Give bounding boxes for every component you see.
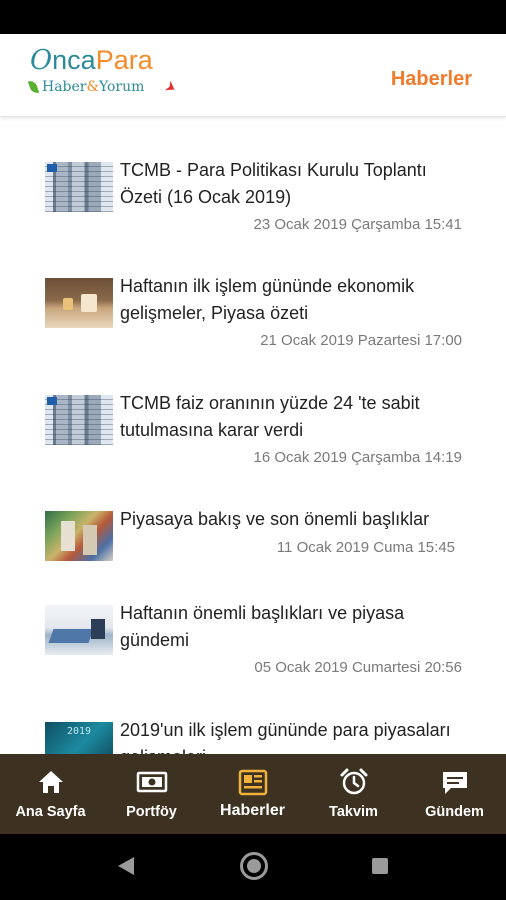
news-list[interactable]: TCMB - Para Politikası Kurulu Toplantı Ö… <box>0 117 506 754</box>
logo-nca: nca <box>52 45 96 75</box>
news-date: 11 Ocak 2019 Cuma 15:45 <box>276 539 455 556</box>
nav-label: Gündem <box>425 804 484 820</box>
alarm-clock-icon <box>340 768 367 795</box>
logo-badge-icon <box>47 397 57 405</box>
nav-ana-sayfa[interactable]: Ana Sayfa <box>0 754 101 834</box>
bottom-navigation: Ana Sayfa Portföy Haberler Takvim Gündem <box>0 754 506 834</box>
news-thumbnail <box>45 722 113 754</box>
news-date: 23 Ocak 2019 Çarşamba 15:41 <box>253 216 462 233</box>
news-thumbnail <box>45 511 113 561</box>
news-title: TCMB - Para Politikası Kurulu Toplantı Ö… <box>120 160 427 207</box>
status-bar <box>0 0 506 34</box>
nav-label: Ana Sayfa <box>15 804 86 820</box>
nav-gundem[interactable]: Gündem <box>404 754 505 834</box>
news-date: 16 Ocak 2019 Çarşamba 14:19 <box>253 449 462 466</box>
home-button-icon[interactable] <box>240 852 268 880</box>
news-date: 21 Ocak 2019 Pazartesi 17:00 <box>260 332 462 349</box>
back-icon[interactable] <box>118 857 134 875</box>
nav-label: Portföy <box>126 804 177 820</box>
news-title: 2019'un ilk işlem gününde para piyasalar… <box>120 720 451 754</box>
news-thumbnail <box>45 395 113 445</box>
news-title: TCMB faiz oranının yüzde 24 'te sabit tu… <box>120 393 420 440</box>
recent-apps-icon[interactable] <box>372 858 388 874</box>
news-title: Haftanın önemli başlıkları ve piyasa gün… <box>120 603 405 650</box>
app-header: OncaPara Haber&Yorum Haberler <box>0 34 506 117</box>
home-icon <box>38 771 63 793</box>
logo-para: Para <box>95 45 153 75</box>
logo-amp: & <box>86 79 99 95</box>
news-title: Piyasaya bakış ve son önemli başlıklar <box>120 509 430 529</box>
leaf-icon <box>27 79 40 95</box>
nav-takvim[interactable]: Takvim <box>303 754 404 834</box>
newspaper-icon <box>238 769 267 796</box>
nav-label: Haberler <box>220 802 285 819</box>
nav-haberler[interactable]: Haberler <box>202 754 303 834</box>
nav-label: Takvim <box>329 804 378 820</box>
logo-badge-icon <box>47 164 57 172</box>
news-thumbnail <box>45 278 113 328</box>
banknote-icon <box>136 771 167 793</box>
onca-para-logo[interactable]: OncaPara Haber&Yorum <box>27 44 190 104</box>
news-thumbnail <box>45 162 113 212</box>
arrow-icon <box>165 81 177 95</box>
chat-bubble-icon <box>442 772 467 794</box>
news-date: 05 Ocak 2019 Cumartesi 20:56 <box>254 659 462 676</box>
system-navigation-bar <box>0 834 506 900</box>
news-thumbnail <box>45 605 113 655</box>
logo-yorum: Yorum <box>98 79 145 95</box>
nav-portfoy[interactable]: Portföy <box>101 754 202 834</box>
news-title: Haftanın ilk işlem gününde ekonomik geli… <box>120 276 415 323</box>
logo-haber: Haber <box>42 79 87 95</box>
page-title: Haberler <box>390 68 472 90</box>
logo-o: O <box>30 45 53 76</box>
